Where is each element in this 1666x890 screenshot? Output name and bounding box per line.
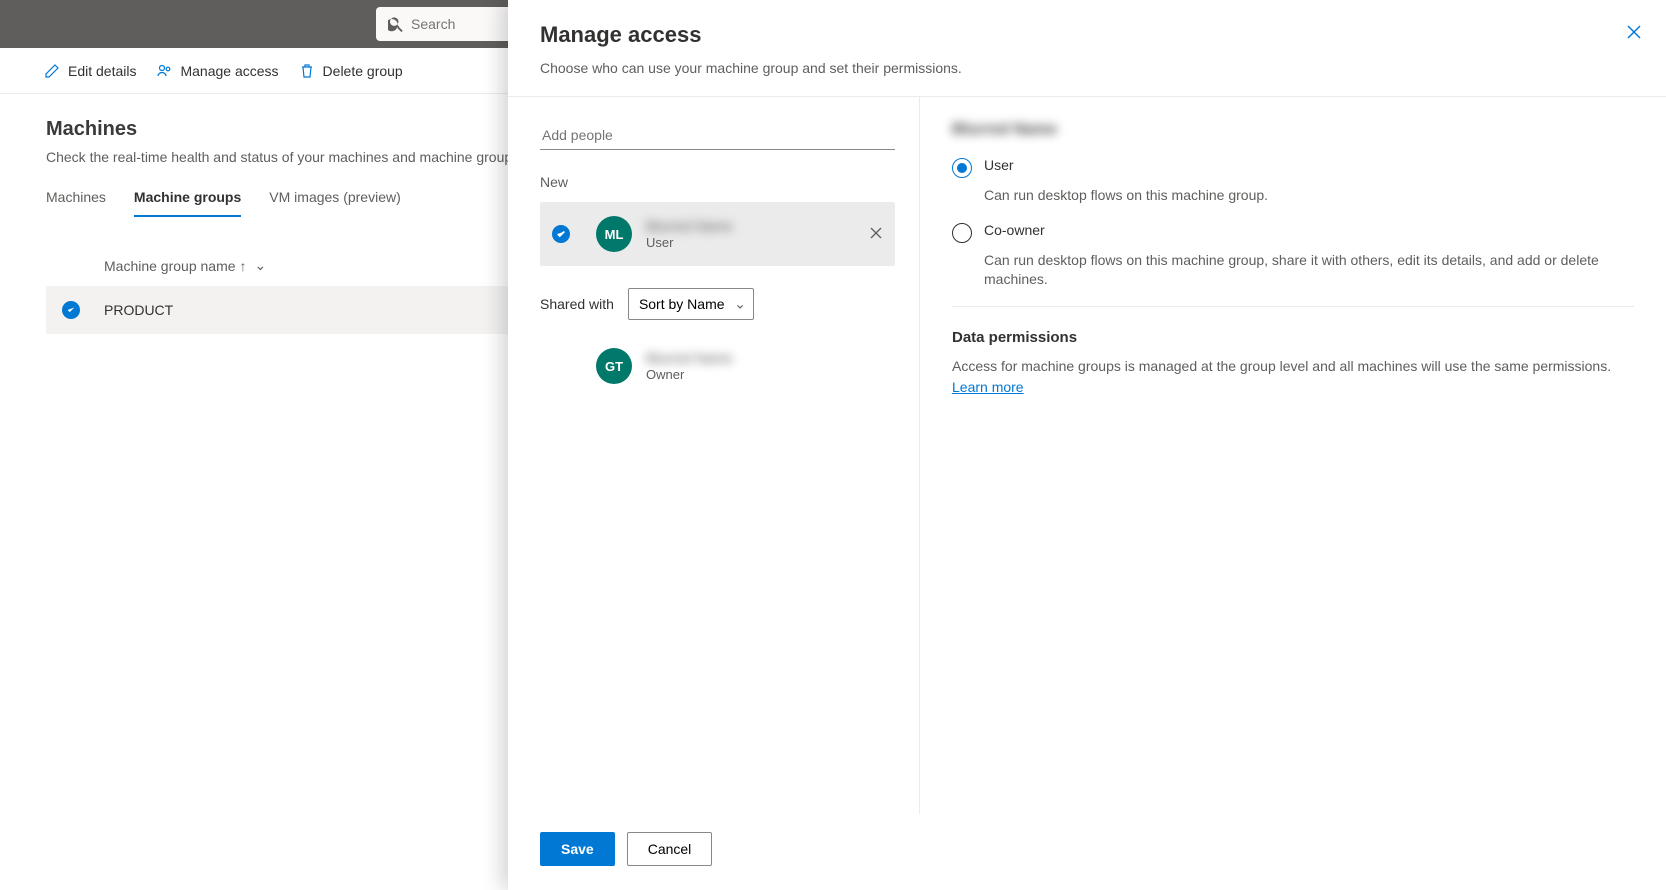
panel-right: Blurred Name User Can run desktop flows … [920, 97, 1666, 814]
shared-with-row: Shared with Sort by Name ⌄ [540, 288, 895, 320]
sort-select[interactable]: Sort by Name [628, 288, 754, 320]
x-icon [869, 226, 883, 240]
manage-access-label: Manage access [180, 63, 278, 79]
person-role: User [646, 235, 732, 250]
avatar: GT [596, 348, 632, 384]
radio-user-desc: Can run desktop flows on this machine gr… [984, 186, 1634, 206]
person-name: Blurred Name [646, 350, 732, 367]
selected-person-heading: Blurred Name [952, 121, 1634, 139]
close-panel-button[interactable] [1626, 24, 1642, 43]
close-icon [1626, 24, 1642, 40]
edit-details-button[interactable]: Edit details [44, 63, 136, 79]
person-role: Owner [646, 367, 732, 382]
divider [952, 306, 1634, 307]
new-section-label: New [540, 174, 895, 190]
radio-icon[interactable] [952, 223, 972, 243]
row-name: PRODUCT [104, 302, 173, 318]
person-check-icon[interactable] [552, 225, 570, 243]
tab-vm-images[interactable]: VM images (preview) [269, 189, 400, 217]
radio-coowner-label: Co-owner [984, 222, 1045, 238]
sort-arrow-icon: ↑ [240, 258, 247, 274]
add-people-input[interactable] [540, 121, 895, 150]
manage-access-panel: Manage access Choose who can use your ma… [508, 0, 1666, 890]
edit-details-label: Edit details [68, 63, 136, 79]
radio-user-label: User [984, 157, 1014, 173]
radio-user[interactable]: User [952, 157, 1634, 178]
pencil-icon [44, 63, 60, 79]
manage-access-button[interactable]: Manage access [156, 63, 278, 79]
search-icon [388, 16, 403, 32]
column-header-name: Machine group name [104, 258, 236, 274]
tab-machine-groups[interactable]: Machine groups [134, 189, 241, 217]
person-row-new[interactable]: ML Blurred Name User [540, 202, 895, 266]
data-permissions-text: Access for machine groups is managed at … [952, 356, 1634, 398]
delete-group-label: Delete group [323, 63, 403, 79]
save-button[interactable]: Save [540, 832, 615, 866]
panel-left: New ML Blurred Name User Shared wit [508, 97, 920, 814]
panel-footer: Save Cancel [508, 814, 1666, 890]
remove-person-button[interactable] [869, 226, 883, 243]
radio-icon[interactable] [952, 158, 972, 178]
data-permissions-title: Data permissions [952, 329, 1634, 346]
shared-with-label: Shared with [540, 296, 614, 312]
panel-header: Manage access Choose who can use your ma… [508, 0, 1666, 97]
delete-group-button[interactable]: Delete group [299, 63, 403, 79]
radio-coowner-desc: Can run desktop flows on this machine gr… [984, 251, 1634, 290]
learn-more-link[interactable]: Learn more [952, 379, 1024, 395]
person-name: Blurred Name [646, 218, 732, 235]
cancel-button[interactable]: Cancel [627, 832, 713, 866]
row-check-icon[interactable] [62, 301, 80, 319]
avatar: ML [596, 216, 632, 252]
person-row-owner[interactable]: GT Blurred Name Owner [540, 334, 895, 398]
trash-icon [299, 63, 315, 79]
people-icon [156, 63, 172, 79]
panel-subtitle: Choose who can use your machine group an… [540, 60, 1634, 76]
tab-machines[interactable]: Machines [46, 189, 106, 217]
radio-coowner[interactable]: Co-owner [952, 222, 1634, 243]
chevron-down-icon: ⌄ [255, 257, 267, 274]
panel-title: Manage access [540, 22, 1634, 48]
